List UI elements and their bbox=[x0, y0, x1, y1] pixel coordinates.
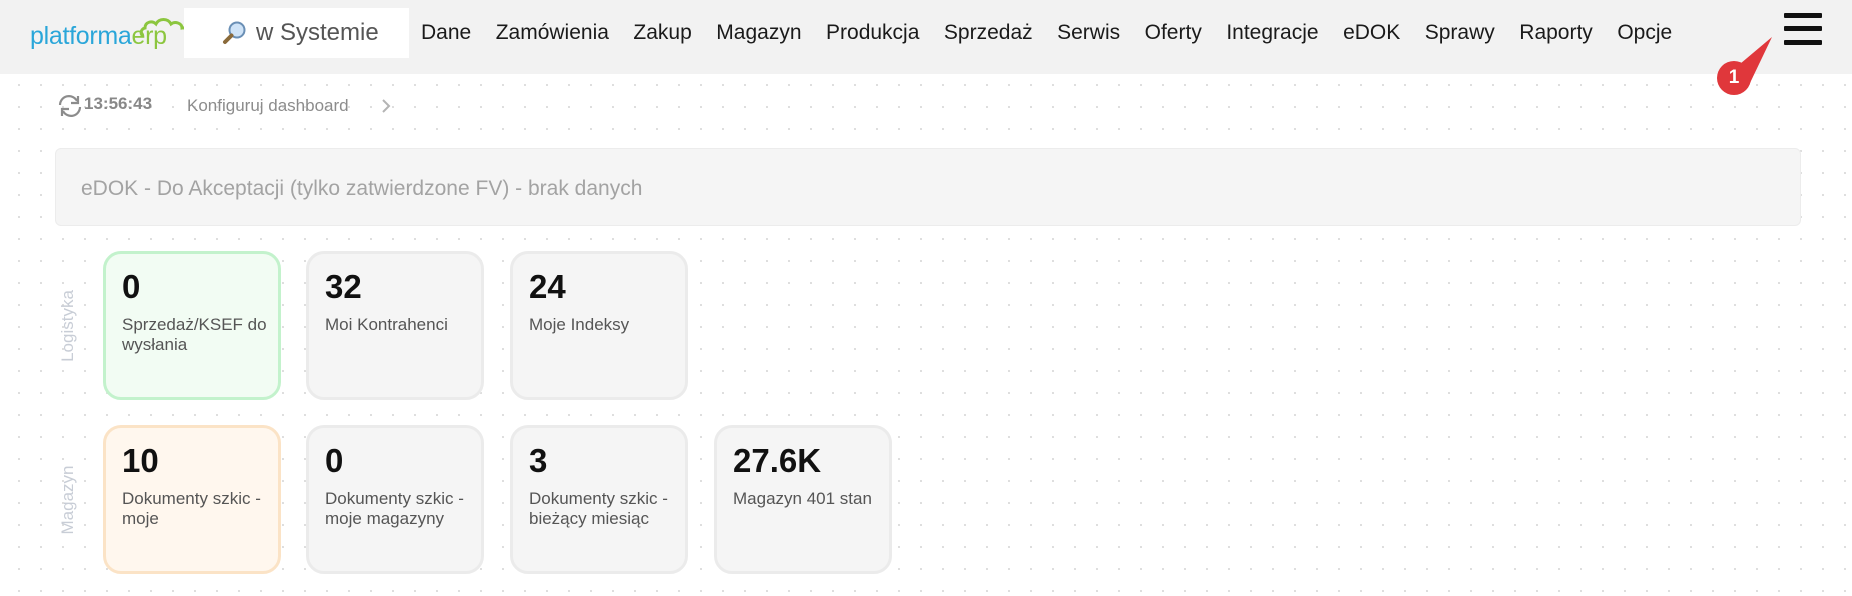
notification-badge: 1 bbox=[1717, 61, 1751, 95]
stat-value: 32 bbox=[325, 268, 362, 305]
nav-item-dane[interactable]: Dane bbox=[421, 20, 471, 46]
app-logo[interactable]: platformaerp bbox=[30, 18, 190, 54]
stat-value: 27.6K bbox=[733, 442, 822, 479]
top-navbar: platformaerp Dane Zamówienia Zakup Magaz… bbox=[0, 0, 1852, 74]
stat-card-dokumenty-szkic-moje[interactable]: 10 Dokumenty szkic - moje bbox=[103, 425, 281, 574]
stat-card-moi-kontrahenci[interactable]: 32 Moi Kontrahenci bbox=[306, 251, 484, 400]
stat-card-moje-indeksy[interactable]: 24 Moje Indeksy bbox=[510, 251, 688, 400]
nav-item-oferty[interactable]: Oferty bbox=[1145, 20, 1202, 46]
refresh-time: 13:56:43 bbox=[84, 94, 153, 113]
edok-acceptance-panel: eDOK - Do Akceptacji (tylko zatwierdzone… bbox=[55, 148, 1801, 226]
search-icon bbox=[223, 21, 246, 44]
edok-panel-text: eDOK - Do Akceptacji (tylko zatwierdzone… bbox=[81, 177, 643, 200]
row-label-magazyn: Magazyn bbox=[58, 465, 77, 535]
nav-item-zakup[interactable]: Zakup bbox=[633, 20, 691, 46]
stat-card-magazyn-401[interactable]: 27.6K Magazyn 401 stan bbox=[714, 425, 892, 574]
nav-item-sprzedaz[interactable]: Sprzedaż bbox=[944, 20, 1033, 46]
search-input[interactable] bbox=[256, 19, 396, 47]
stat-value: 24 bbox=[529, 268, 566, 305]
search-box[interactable] bbox=[184, 8, 409, 58]
nav-item-magazyn[interactable]: Magazyn bbox=[716, 20, 801, 46]
stat-value: 0 bbox=[325, 442, 344, 479]
stat-card-dokumenty-szkic-magazyny[interactable]: 0 Dokumenty szkic - moje magazyny bbox=[306, 425, 484, 574]
stat-label: Sprzedaż/KSEF do wysłania bbox=[122, 315, 267, 354]
row-label-logistyka: Logistyka bbox=[58, 290, 77, 362]
nav-item-edok[interactable]: eDOK bbox=[1343, 20, 1400, 46]
nav-item-integracje[interactable]: Integracje bbox=[1226, 20, 1318, 46]
stat-value: 10 bbox=[122, 442, 159, 479]
stat-value: 0 bbox=[122, 268, 141, 305]
stat-label: Dokumenty szkic - bieżący miesiąc bbox=[529, 489, 668, 528]
stat-label: Dokumenty szkic - moje bbox=[122, 489, 261, 528]
nav-item-produkcja[interactable]: Produkcja bbox=[826, 20, 919, 46]
stat-label: Dokumenty szkic - moje magazyny bbox=[325, 489, 464, 528]
stat-card-dokumenty-szkic-miesiac[interactable]: 3 Dokumenty szkic - bieżący miesiąc bbox=[510, 425, 688, 574]
stat-label: Moi Kontrahenci bbox=[325, 315, 448, 334]
hamburger-menu-icon[interactable] bbox=[1784, 13, 1822, 47]
nav-item-opcje[interactable]: Opcje bbox=[1617, 20, 1672, 46]
stat-label: Magazyn 401 stan bbox=[733, 489, 872, 508]
nav-item-zamowienia[interactable]: Zamówienia bbox=[496, 20, 609, 46]
refresh-icon[interactable] bbox=[56, 94, 84, 118]
nav-item-serwis[interactable]: Serwis bbox=[1057, 20, 1120, 46]
stat-value: 3 bbox=[529, 442, 548, 479]
nav-item-sprawy[interactable]: Sprawy bbox=[1425, 20, 1495, 46]
stat-card-sprzedaz-ksef[interactable]: 0 Sprzedaż/KSEF do wysłania bbox=[103, 251, 281, 400]
configure-dashboard-link[interactable]: Konfiguruj dashboard bbox=[187, 96, 349, 116]
nav-item-raporty[interactable]: Raporty bbox=[1519, 20, 1593, 46]
logo-text-platforma: platforma bbox=[30, 22, 132, 50]
main-nav: Dane Zamówienia Zakup Magazyn Produkcja … bbox=[421, 20, 1697, 46]
chevron-right-icon[interactable] bbox=[381, 98, 391, 114]
stat-label: Moje Indeksy bbox=[529, 315, 630, 334]
